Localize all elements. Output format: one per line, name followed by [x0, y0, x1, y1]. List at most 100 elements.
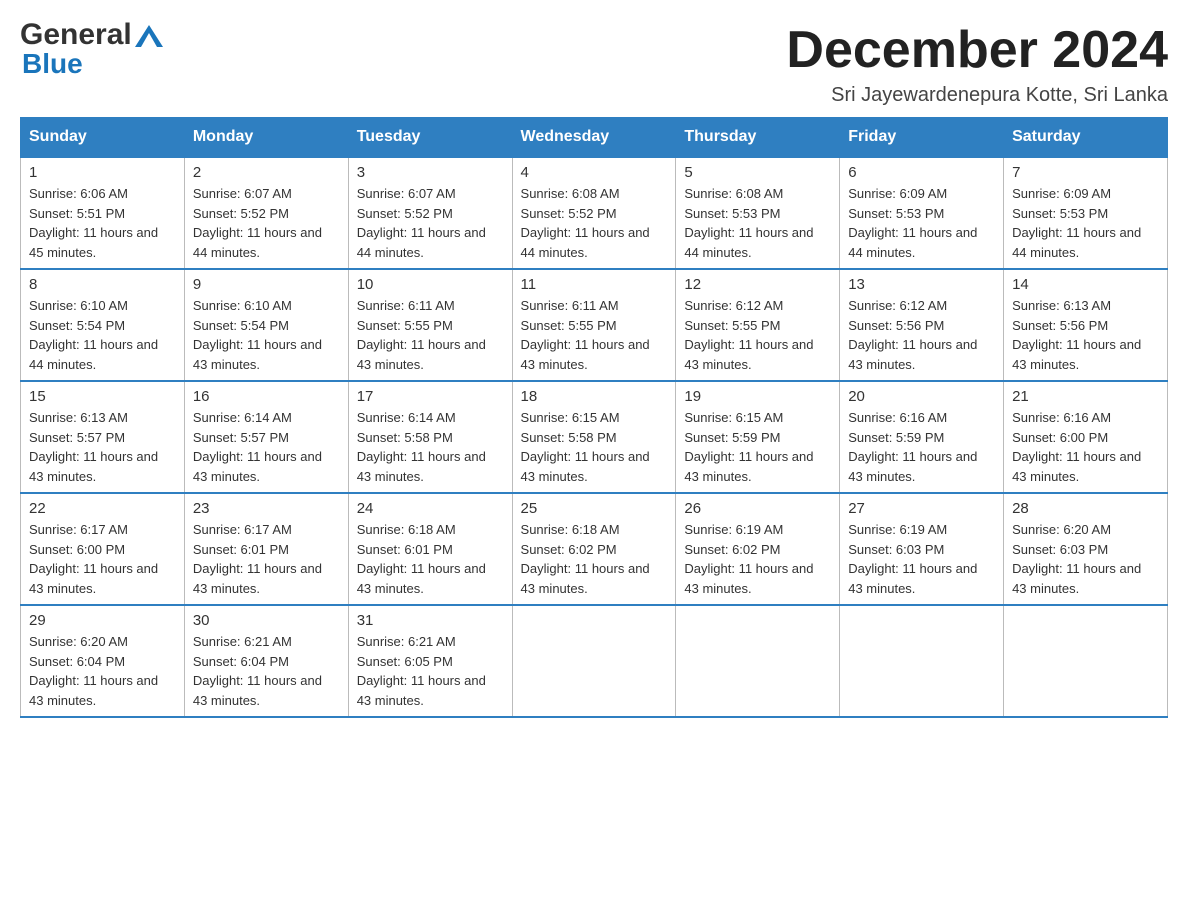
table-row: 23 Sunrise: 6:17 AM Sunset: 6:01 PM Dayl… — [184, 493, 348, 605]
day-number: 5 — [684, 164, 831, 181]
table-row: 19 Sunrise: 6:15 AM Sunset: 5:59 PM Dayl… — [676, 381, 840, 493]
day-info: Sunrise: 6:18 AM Sunset: 6:02 PM Dayligh… — [521, 520, 668, 598]
header-tuesday: Tuesday — [348, 118, 512, 158]
table-row: 10 Sunrise: 6:11 AM Sunset: 5:55 PM Dayl… — [348, 269, 512, 381]
logo-general-text: General — [20, 20, 132, 50]
calendar-week-row: 8 Sunrise: 6:10 AM Sunset: 5:54 PM Dayli… — [21, 269, 1168, 381]
header-wednesday: Wednesday — [512, 118, 676, 158]
day-info: Sunrise: 6:20 AM Sunset: 6:03 PM Dayligh… — [1012, 520, 1159, 598]
day-number: 12 — [684, 276, 831, 293]
day-info: Sunrise: 6:11 AM Sunset: 5:55 PM Dayligh… — [521, 296, 668, 374]
table-row: 31 Sunrise: 6:21 AM Sunset: 6:05 PM Dayl… — [348, 605, 512, 717]
day-info: Sunrise: 6:18 AM Sunset: 6:01 PM Dayligh… — [357, 520, 504, 598]
day-info: Sunrise: 6:21 AM Sunset: 6:04 PM Dayligh… — [193, 632, 340, 710]
day-number: 10 — [357, 276, 504, 293]
day-number: 2 — [193, 164, 340, 181]
header-monday: Monday — [184, 118, 348, 158]
day-number: 15 — [29, 388, 176, 405]
header-thursday: Thursday — [676, 118, 840, 158]
table-row: 28 Sunrise: 6:20 AM Sunset: 6:03 PM Dayl… — [1004, 493, 1168, 605]
day-info: Sunrise: 6:15 AM Sunset: 5:58 PM Dayligh… — [521, 408, 668, 486]
day-info: Sunrise: 6:13 AM Sunset: 5:57 PM Dayligh… — [29, 408, 176, 486]
day-info: Sunrise: 6:15 AM Sunset: 5:59 PM Dayligh… — [684, 408, 831, 486]
day-info: Sunrise: 6:08 AM Sunset: 5:53 PM Dayligh… — [684, 184, 831, 262]
logo-triangle-icon — [135, 25, 163, 47]
day-info: Sunrise: 6:12 AM Sunset: 5:56 PM Dayligh… — [848, 296, 995, 374]
day-number: 18 — [521, 388, 668, 405]
table-row: 8 Sunrise: 6:10 AM Sunset: 5:54 PM Dayli… — [21, 269, 185, 381]
day-info: Sunrise: 6:16 AM Sunset: 5:59 PM Dayligh… — [848, 408, 995, 486]
day-info: Sunrise: 6:14 AM Sunset: 5:58 PM Dayligh… — [357, 408, 504, 486]
logo-blue-text: Blue — [22, 48, 83, 79]
month-title: December 2024 — [786, 20, 1168, 80]
calendar-week-row: 1 Sunrise: 6:06 AM Sunset: 5:51 PM Dayli… — [21, 157, 1168, 269]
day-info: Sunrise: 6:08 AM Sunset: 5:52 PM Dayligh… — [521, 184, 668, 262]
table-row: 5 Sunrise: 6:08 AM Sunset: 5:53 PM Dayli… — [676, 157, 840, 269]
day-number: 7 — [1012, 164, 1159, 181]
day-number: 9 — [193, 276, 340, 293]
table-row: 12 Sunrise: 6:12 AM Sunset: 5:55 PM Dayl… — [676, 269, 840, 381]
table-row: 1 Sunrise: 6:06 AM Sunset: 5:51 PM Dayli… — [21, 157, 185, 269]
day-number: 11 — [521, 276, 668, 293]
day-number: 13 — [848, 276, 995, 293]
table-row — [840, 605, 1004, 717]
day-number: 26 — [684, 500, 831, 517]
table-row: 4 Sunrise: 6:08 AM Sunset: 5:52 PM Dayli… — [512, 157, 676, 269]
day-info: Sunrise: 6:07 AM Sunset: 5:52 PM Dayligh… — [193, 184, 340, 262]
day-number: 16 — [193, 388, 340, 405]
table-row: 22 Sunrise: 6:17 AM Sunset: 6:00 PM Dayl… — [21, 493, 185, 605]
day-info: Sunrise: 6:21 AM Sunset: 6:05 PM Dayligh… — [357, 632, 504, 710]
table-row: 2 Sunrise: 6:07 AM Sunset: 5:52 PM Dayli… — [184, 157, 348, 269]
calendar-week-row: 22 Sunrise: 6:17 AM Sunset: 6:00 PM Dayl… — [21, 493, 1168, 605]
title-area: December 2024 Sri Jayewardenepura Kotte,… — [786, 20, 1168, 107]
day-info: Sunrise: 6:14 AM Sunset: 5:57 PM Dayligh… — [193, 408, 340, 486]
day-number: 24 — [357, 500, 504, 517]
table-row: 15 Sunrise: 6:13 AM Sunset: 5:57 PM Dayl… — [21, 381, 185, 493]
header-sunday: Sunday — [21, 118, 185, 158]
table-row: 3 Sunrise: 6:07 AM Sunset: 5:52 PM Dayli… — [348, 157, 512, 269]
table-row: 29 Sunrise: 6:20 AM Sunset: 6:04 PM Dayl… — [21, 605, 185, 717]
day-number: 6 — [848, 164, 995, 181]
day-info: Sunrise: 6:07 AM Sunset: 5:52 PM Dayligh… — [357, 184, 504, 262]
table-row: 30 Sunrise: 6:21 AM Sunset: 6:04 PM Dayl… — [184, 605, 348, 717]
header-friday: Friday — [840, 118, 1004, 158]
day-number: 21 — [1012, 388, 1159, 405]
table-row: 11 Sunrise: 6:11 AM Sunset: 5:55 PM Dayl… — [512, 269, 676, 381]
day-info: Sunrise: 6:19 AM Sunset: 6:03 PM Dayligh… — [848, 520, 995, 598]
day-info: Sunrise: 6:16 AM Sunset: 6:00 PM Dayligh… — [1012, 408, 1159, 486]
day-info: Sunrise: 6:19 AM Sunset: 6:02 PM Dayligh… — [684, 520, 831, 598]
table-row: 25 Sunrise: 6:18 AM Sunset: 6:02 PM Dayl… — [512, 493, 676, 605]
day-info: Sunrise: 6:09 AM Sunset: 5:53 PM Dayligh… — [848, 184, 995, 262]
table-row: 9 Sunrise: 6:10 AM Sunset: 5:54 PM Dayli… — [184, 269, 348, 381]
day-number: 4 — [521, 164, 668, 181]
day-info: Sunrise: 6:17 AM Sunset: 6:00 PM Dayligh… — [29, 520, 176, 598]
day-number: 17 — [357, 388, 504, 405]
day-number: 1 — [29, 164, 176, 181]
calendar-week-row: 15 Sunrise: 6:13 AM Sunset: 5:57 PM Dayl… — [21, 381, 1168, 493]
day-info: Sunrise: 6:13 AM Sunset: 5:56 PM Dayligh… — [1012, 296, 1159, 374]
day-number: 22 — [29, 500, 176, 517]
location: Sri Jayewardenepura Kotte, Sri Lanka — [786, 84, 1168, 107]
day-info: Sunrise: 6:20 AM Sunset: 6:04 PM Dayligh… — [29, 632, 176, 710]
day-number: 31 — [357, 612, 504, 629]
day-number: 27 — [848, 500, 995, 517]
table-row: 14 Sunrise: 6:13 AM Sunset: 5:56 PM Dayl… — [1004, 269, 1168, 381]
day-number: 14 — [1012, 276, 1159, 293]
day-number: 28 — [1012, 500, 1159, 517]
calendar-week-row: 29 Sunrise: 6:20 AM Sunset: 6:04 PM Dayl… — [21, 605, 1168, 717]
day-info: Sunrise: 6:06 AM Sunset: 5:51 PM Dayligh… — [29, 184, 176, 262]
header-saturday: Saturday — [1004, 118, 1168, 158]
calendar-table: Sunday Monday Tuesday Wednesday Thursday… — [20, 117, 1168, 718]
day-info: Sunrise: 6:10 AM Sunset: 5:54 PM Dayligh… — [193, 296, 340, 374]
table-row: 27 Sunrise: 6:19 AM Sunset: 6:03 PM Dayl… — [840, 493, 1004, 605]
calendar-header-row: Sunday Monday Tuesday Wednesday Thursday… — [21, 118, 1168, 158]
table-row: 7 Sunrise: 6:09 AM Sunset: 5:53 PM Dayli… — [1004, 157, 1168, 269]
day-number: 3 — [357, 164, 504, 181]
table-row: 24 Sunrise: 6:18 AM Sunset: 6:01 PM Dayl… — [348, 493, 512, 605]
table-row: 16 Sunrise: 6:14 AM Sunset: 5:57 PM Dayl… — [184, 381, 348, 493]
day-number: 23 — [193, 500, 340, 517]
day-number: 8 — [29, 276, 176, 293]
day-number: 30 — [193, 612, 340, 629]
day-number: 19 — [684, 388, 831, 405]
table-row: 21 Sunrise: 6:16 AM Sunset: 6:00 PM Dayl… — [1004, 381, 1168, 493]
